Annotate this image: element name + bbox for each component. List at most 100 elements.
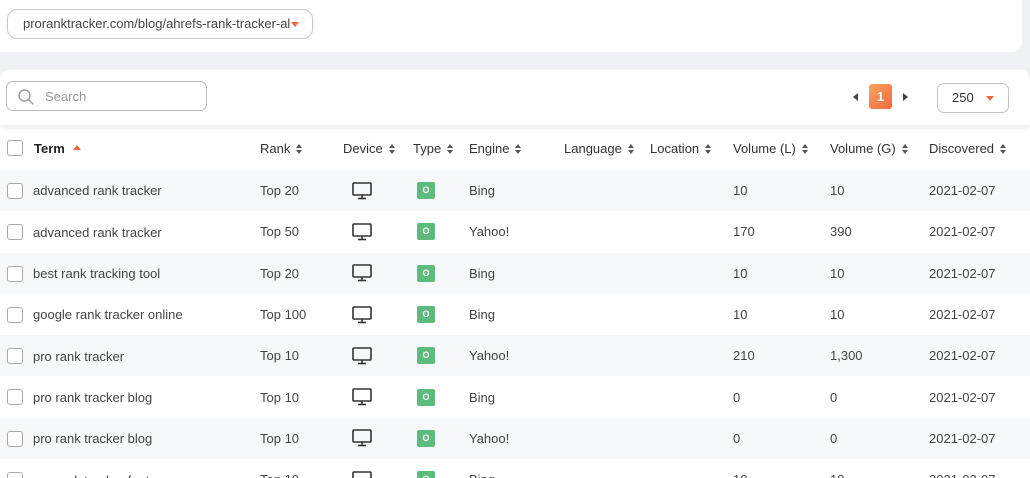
per-page-select[interactable]: 250 <box>937 83 1009 113</box>
table-row[interactable]: pro rank tracker Top 10 O Yahoo! 210 1,3… <box>0 335 1030 377</box>
type-cell: O <box>413 459 469 478</box>
device-cell <box>343 459 413 478</box>
volume-l-cell: 10 <box>733 307 748 323</box>
device-cell <box>343 170 413 211</box>
column-header-volume-g[interactable]: Volume (G) <box>830 126 929 170</box>
organic-type-badge: O <box>417 264 435 282</box>
column-header-device[interactable]: Device <box>343 126 413 170</box>
column-header-engine[interactable]: Engine <box>469 126 564 170</box>
sort-icon[interactable] <box>388 143 396 155</box>
select-all-checkbox[interactable] <box>7 140 23 157</box>
table-row[interactable]: advanced rank tracker Top 20 O Bing 10 1… <box>0 170 1030 212</box>
column-header-term[interactable]: Term <box>0 126 260 170</box>
type-cell: O <box>413 253 469 294</box>
location-cell <box>650 253 733 294</box>
language-cell <box>564 294 650 335</box>
column-header-language[interactable]: Language <box>564 126 650 170</box>
engine-cell: Bing <box>469 183 496 199</box>
row-checkbox[interactable] <box>7 224 23 241</box>
sort-icon[interactable] <box>627 143 635 155</box>
sort-icon[interactable] <box>447 143 454 155</box>
desktop-icon <box>352 223 372 241</box>
engine-cell: Yahoo! <box>469 430 510 446</box>
table-row[interactable]: google rank tracker online Top 100 O Bin… <box>0 293 1030 336</box>
row-checkbox[interactable] <box>7 182 23 199</box>
row-checkbox[interactable] <box>7 265 23 282</box>
desktop-icon <box>352 388 372 406</box>
current-page-button[interactable]: 1 <box>869 84 892 109</box>
organic-type-badge: O <box>417 429 435 447</box>
volume-l-cell: 10 <box>733 183 748 199</box>
rank-cell: Top 10 <box>260 430 300 446</box>
row-checkbox[interactable] <box>7 348 23 365</box>
term-cell: best rank tracking tool <box>0 253 260 294</box>
search-input[interactable] <box>45 86 195 106</box>
location-cell <box>650 211 733 252</box>
sort-icon[interactable] <box>901 143 909 155</box>
discovered-cell: 2021-02-07 <box>929 265 996 281</box>
engine-cell: Bing <box>469 459 564 478</box>
column-header-rank[interactable]: Rank <box>260 126 343 170</box>
discovered-cell: 2021-02-07 <box>929 348 996 364</box>
organic-type-badge: O <box>417 223 435 241</box>
desktop-icon <box>352 347 372 365</box>
column-header-location[interactable]: Location <box>650 126 733 170</box>
term-cell: pro rank tracker blog <box>0 376 260 417</box>
discovered-cell: 2021-02-07 <box>929 459 1030 478</box>
table-toolbar: 1 250 <box>0 70 1030 125</box>
location-cell <box>650 294 733 335</box>
row-checkbox[interactable] <box>7 389 23 406</box>
engine-cell: Yahoo! <box>469 348 510 364</box>
organic-type-badge: O <box>417 388 435 406</box>
row-checkbox[interactable] <box>7 472 23 478</box>
column-header-discovered[interactable]: Discovered <box>929 126 1030 170</box>
table-row[interactable]: pro rank tracker features Top 10 O Bing … <box>0 459 1030 478</box>
discovered-cell: 2021-02-07 <box>929 307 996 323</box>
volume-g-cell: 0 <box>830 430 838 446</box>
next-page-icon[interactable] <box>903 93 908 101</box>
engine-cell: Bing <box>469 307 496 323</box>
device-cell <box>343 253 413 294</box>
row-checkbox[interactable] <box>7 306 23 323</box>
sort-icon[interactable] <box>515 143 522 155</box>
column-header-type[interactable]: Type <box>413 126 469 170</box>
desktop-icon <box>352 305 372 323</box>
sort-icon[interactable] <box>801 143 809 155</box>
rank-cell: Top 10 <box>260 348 300 364</box>
term-text: pro rank tracker blog <box>33 431 153 447</box>
term-cell: pro rank tracker blog <box>0 418 260 459</box>
volume-l-cell: 0 <box>733 389 741 405</box>
prev-page-icon[interactable] <box>853 93 858 101</box>
sort-ascending-icon[interactable] <box>72 144 81 150</box>
column-header-volume-l[interactable]: Volume (L) <box>733 126 830 170</box>
sort-icon[interactable] <box>1000 143 1007 155</box>
table-row[interactable]: pro rank tracker blog Top 10 O Bing 0 0 … <box>0 376 1030 418</box>
sort-icon[interactable] <box>705 143 712 155</box>
engine-cell: Yahoo! <box>469 224 510 240</box>
table-row[interactable]: advanced rank tracker Top 50 O Yahoo! 17… <box>0 211 1030 253</box>
volume-l-cell: 10 <box>733 459 830 478</box>
search-box[interactable] <box>6 81 207 111</box>
url-selector[interactable]: proranktracker.com/blog/ahrefs-rank-trac… <box>7 9 313 39</box>
location-cell <box>650 418 733 459</box>
device-cell <box>343 376 413 417</box>
volume-g-cell: 0 <box>830 389 838 405</box>
discovered-cell: 2021-02-07 <box>929 389 996 405</box>
row-checkbox[interactable] <box>7 430 23 447</box>
per-page-value: 250 <box>952 90 974 105</box>
discovered-cell: 2021-02-07 <box>929 224 996 240</box>
type-cell: O <box>413 335 469 376</box>
type-cell: O <box>413 376 469 417</box>
language-cell <box>564 211 650 252</box>
term-text: advanced rank tracker <box>33 183 162 199</box>
table-header-row: Term Rank Device Type Engine Language Lo… <box>0 126 1030 170</box>
table-row[interactable]: best rank tracking tool Top 20 O Bing 10… <box>0 252 1030 294</box>
desktop-icon <box>352 264 372 282</box>
location-cell <box>650 376 733 417</box>
term-text: best rank tracking tool <box>33 266 161 282</box>
table-row[interactable]: pro rank tracker blog Top 10 O Yahoo! 0 … <box>0 417 1030 460</box>
search-icon <box>18 89 34 105</box>
url-bar-card: proranktracker.com/blog/ahrefs-rank-trac… <box>0 0 1022 52</box>
sort-icon[interactable] <box>296 143 303 155</box>
location-cell <box>650 170 733 211</box>
